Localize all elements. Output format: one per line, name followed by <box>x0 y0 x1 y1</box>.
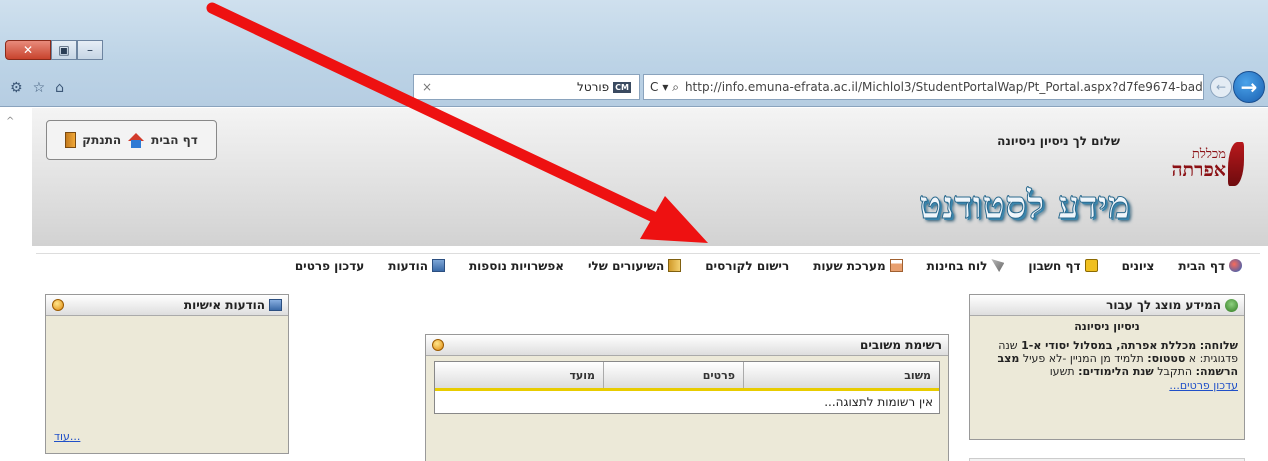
student-details: שלוחה: מכללת אפרתה, במסלול יסודי א-1 שנה… <box>970 333 1244 392</box>
menu-item-exams[interactable]: לוח בחינות <box>915 259 1017 273</box>
messages-icon <box>269 299 282 311</box>
detail-label: סטטוס: <box>1147 352 1186 366</box>
star-icon[interactable]: ☆ <box>33 80 46 96</box>
forward-arrow-icon[interactable]: → <box>1233 71 1265 103</box>
detail-value: מכללת אפרתה, במסלול יסודי א-1 <box>1021 339 1197 352</box>
toolbar-icons: ⚙ ☆ ⌂ <box>10 80 64 96</box>
column-header[interactable]: מועד <box>435 362 603 388</box>
address-bar[interactable]: C ▾ ⌕ http://info.emuna-efrata.ac.il/Mic… <box>643 74 1204 100</box>
menu-label: הודעות <box>388 258 428 273</box>
menu-item-grades[interactable]: ציונים <box>1110 259 1167 273</box>
greeting-text: שלום לך ניסיון ניסיונה <box>997 134 1120 148</box>
news-icon <box>431 259 445 272</box>
back-arrow-icon[interactable]: ← <box>1210 76 1232 98</box>
logo-line2: אפרתה <box>1171 159 1226 181</box>
panel-toggle-icon[interactable] <box>432 339 444 351</box>
table-empty-row: אין רשומות לתצוגה... <box>824 395 933 409</box>
panel-header: רשימת משובים <box>426 335 948 356</box>
menu-label: עדכון פרטים <box>294 258 365 273</box>
home-icon[interactable]: ⌂ <box>55 80 64 96</box>
user-icon <box>1225 298 1238 312</box>
home-logout-box: דף הבית התנתק <box>46 120 217 160</box>
detail-value: א <box>1188 352 1197 366</box>
tab-close-icon[interactable]: × <box>422 80 432 94</box>
home-link[interactable]: דף הבית <box>151 133 198 147</box>
messages-panel: הודעות אישיות עוד... <box>45 294 289 454</box>
book-icon <box>668 259 682 272</box>
portal-banner: דף הבית התנתק שלום לך ניסיון ניסיונה מכל… <box>32 108 1268 246</box>
gear-icon[interactable]: ⚙ <box>10 80 23 96</box>
menu-item-more-options[interactable]: אפשרויות נוספות <box>457 259 576 273</box>
panel-toggle-icon[interactable] <box>52 299 64 311</box>
detail-value: תשעו <box>1049 365 1075 379</box>
menu-label: מערכת שעות <box>813 258 886 273</box>
menu-item-messages[interactable]: הודעות <box>376 259 457 273</box>
detail-label: שלוחה: <box>1199 339 1238 352</box>
detail-value: תלמיד מן המניין -לא פעיל <box>1022 352 1144 366</box>
bill-icon <box>1084 259 1098 272</box>
column-header[interactable]: משוב <box>743 362 939 388</box>
door-icon[interactable] <box>65 132 77 148</box>
menu-item-account[interactable]: דף חשבון <box>1016 259 1109 273</box>
page-title: מידע לסטודנט <box>918 182 1130 228</box>
search-dropdown-icon[interactable]: ▾ ⌕ <box>662 80 679 95</box>
menu-label: דף הבית <box>1178 258 1225 273</box>
menu-label: רישום לקורסים <box>705 258 790 273</box>
menu-item-update-details[interactable]: עדכון פרטים <box>283 259 376 273</box>
browser-chrome: ✕ ▣ – ⚙ ☆ ⌂ × פורטל CM C ▾ ⌕ http://info… <box>0 0 1268 107</box>
menu-label: השיעורים שלי <box>588 258 665 273</box>
detail-value: התקבל <box>1157 365 1193 379</box>
panel-title: המידע מוצג לך עבור <box>1106 298 1221 312</box>
table-header: משוב פרטים מועד <box>435 362 939 391</box>
menu-label: לוח בחינות <box>926 258 988 273</box>
logo-flame-icon <box>1228 142 1244 186</box>
menu-label: ציונים <box>1121 258 1155 273</box>
college-logo: מכללת אפרתה <box>1172 142 1244 186</box>
logout-link[interactable]: התנתק <box>82 133 121 147</box>
feedback-panel: רשימת משובים משוב פרטים מועד אין רשומות … <box>425 334 949 461</box>
menu-item-course-registration[interactable]: רישום לקורסים <box>693 259 801 273</box>
screen: ✕ ▣ – ⚙ ☆ ⌂ × פורטל CM C ▾ ⌕ http://info… <box>0 0 1268 461</box>
menu-label: דף חשבון <box>1028 258 1081 273</box>
update-details-link[interactable]: עדכון פרטים... <box>1169 379 1238 392</box>
calendar-icon <box>889 259 903 272</box>
panel-header: הודעות אישיות <box>46 295 288 316</box>
globe-icon <box>1229 259 1242 272</box>
panel-title: רשימת משובים <box>859 338 942 352</box>
window-close-button[interactable]: ✕ <box>5 40 51 60</box>
menu-item-schedule[interactable]: מערכת שעות <box>801 259 914 273</box>
menu-item-my-lessons[interactable]: השיעורים שלי <box>576 259 693 273</box>
house-icon[interactable] <box>127 132 145 148</box>
student-info-panel: המידע מוצג לך עבור ניסיון ניסיונה שלוחה:… <box>969 294 1245 440</box>
tab-tag: CM <box>613 81 631 93</box>
tab-label: פורטל <box>577 80 610 94</box>
address-url[interactable]: http://info.emuna-efrata.ac.il/Michlol3/… <box>685 80 1203 94</box>
refresh-icon[interactable]: C <box>650 80 658 94</box>
window-minimize-button[interactable]: – <box>77 40 103 60</box>
test-icon <box>991 259 1005 272</box>
page: ^ דף הבית התנתק שלום לך ניסיון ניסיונה מ… <box>0 108 1268 461</box>
column-header[interactable]: פרטים <box>603 362 743 388</box>
panel-header: המידע מוצג לך עבור <box>970 295 1244 316</box>
more-link[interactable]: עוד... <box>54 430 80 443</box>
menu-label: אפשרויות נוספות <box>468 258 565 273</box>
window-restore-button[interactable]: ▣ <box>51 40 77 60</box>
main-menu: דף הבית ציונים דף חשבון לוח בחינות מערכת… <box>36 253 1260 277</box>
feedback-table: משוב פרטים מועד אין רשומות לתצוגה... <box>434 361 940 414</box>
student-name: ניסיון ניסיונה <box>1074 320 1140 333</box>
detail-label: שנת הלימודים: <box>1078 365 1154 379</box>
scroll-up-icon[interactable]: ^ <box>6 116 14 127</box>
browser-tab[interactable]: × פורטל CM <box>413 74 640 100</box>
window-controls: ✕ ▣ – <box>5 40 103 60</box>
panel-title: הודעות אישיות <box>183 298 265 312</box>
menu-item-home[interactable]: דף הבית <box>1166 259 1254 273</box>
